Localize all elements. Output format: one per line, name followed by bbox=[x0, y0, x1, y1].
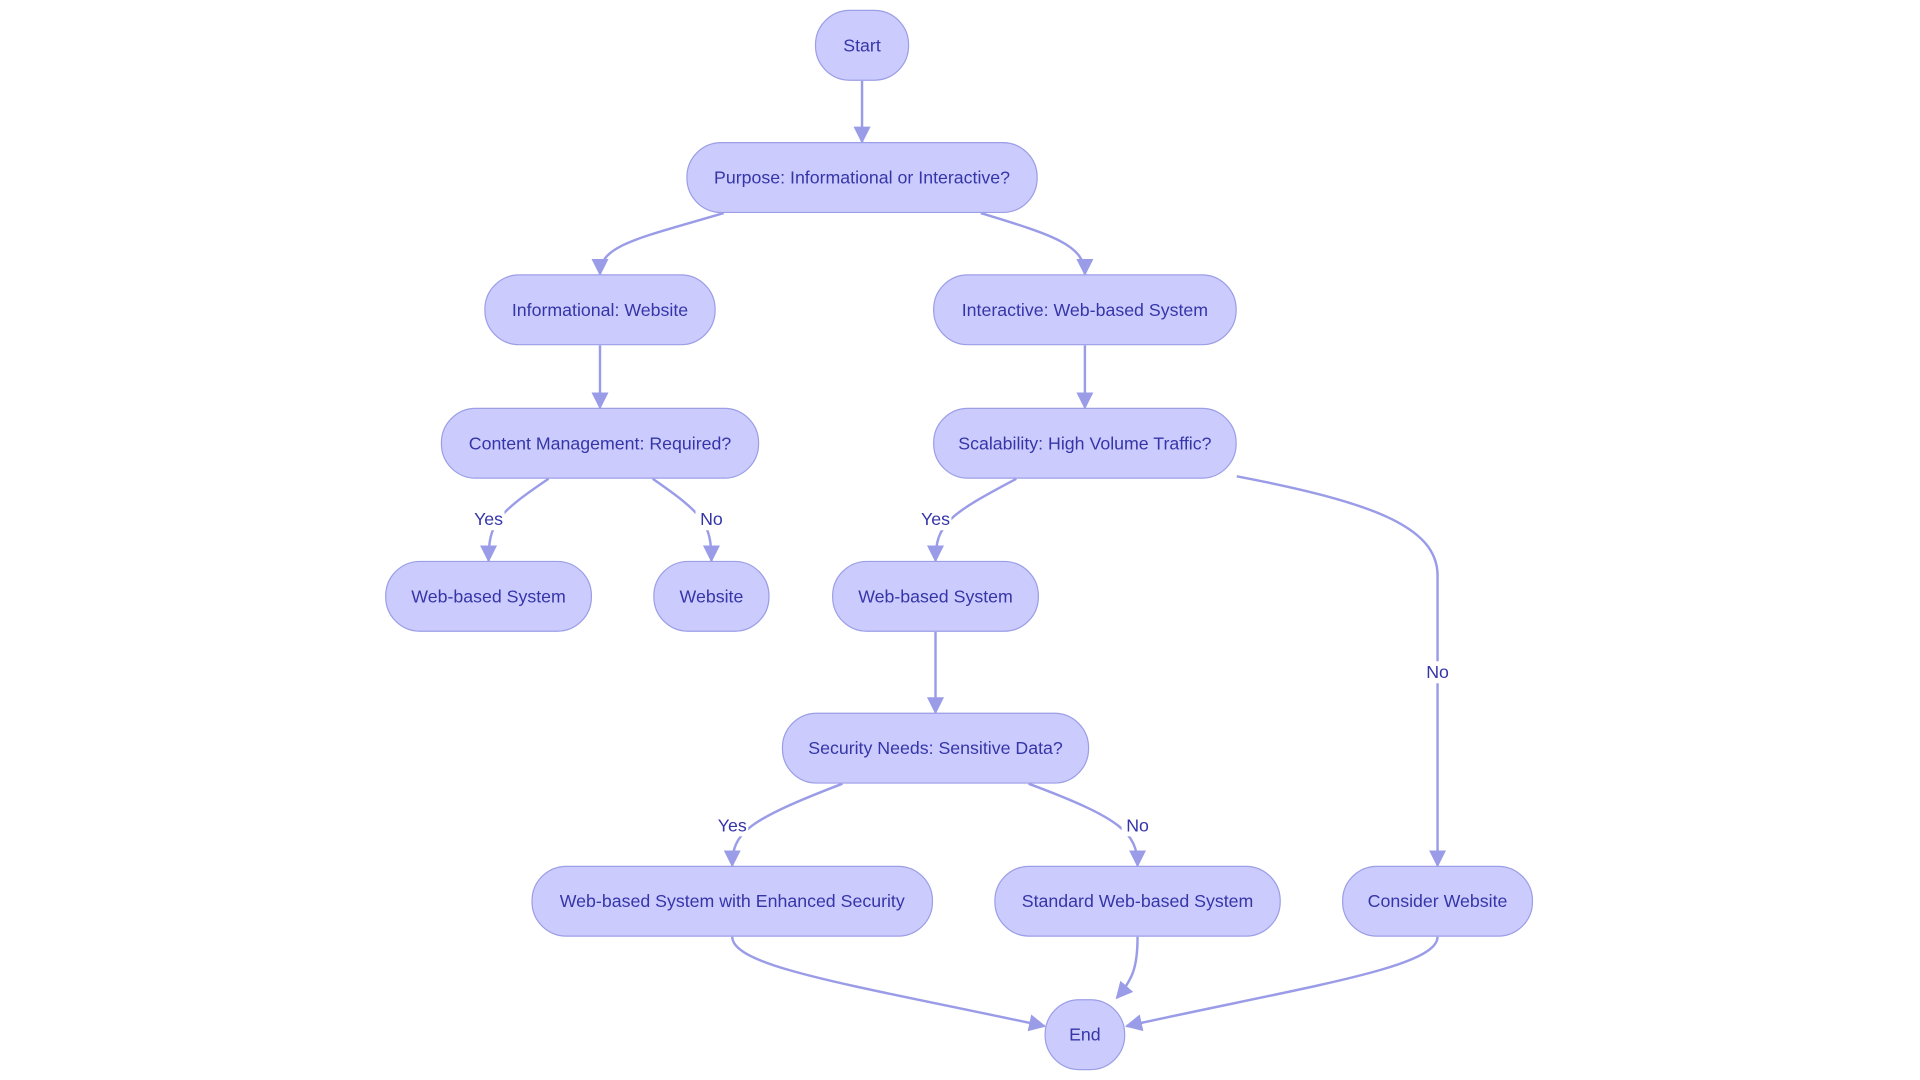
edge-label-text: Yes bbox=[921, 509, 950, 529]
node-label: Informational: Website bbox=[512, 300, 688, 320]
node-label: Purpose: Informational or Interactive? bbox=[714, 168, 1010, 188]
edge-label-sec_yes: Yes bbox=[716, 814, 749, 837]
edge-label-scal_yes: Yes bbox=[919, 508, 952, 531]
edge-security-to-enhanced bbox=[723, 782, 843, 868]
edge-purpose-to-interactive bbox=[980, 211, 1094, 276]
node-label: Scalability: High Volume Traffic? bbox=[958, 433, 1211, 453]
node-enhanced[interactable]: Web-based System with Enhanced Security bbox=[531, 865, 934, 937]
node-label: Content Management: Required? bbox=[469, 433, 732, 453]
node-scalability[interactable]: Scalability: High Volume Traffic? bbox=[933, 407, 1237, 479]
node-standard[interactable]: Standard Web-based System bbox=[994, 865, 1281, 937]
node-label: Web-based System bbox=[411, 586, 566, 606]
node-label: Security Needs: Sensitive Data? bbox=[808, 738, 1063, 758]
node-purpose[interactable]: Purpose: Informational or Interactive? bbox=[686, 142, 1038, 214]
flowchart: Yes No Yes No Yes No Start Purpose: Informatio… bbox=[385, 9, 1534, 1071]
edge-security-to-standard bbox=[1028, 782, 1147, 868]
edge-label-text: No bbox=[1426, 662, 1449, 682]
edge-label-text: Yes bbox=[474, 509, 503, 529]
node-label: Consider Website bbox=[1368, 891, 1508, 911]
edge-label-text: Yes bbox=[718, 815, 747, 835]
node-label: Web-based System bbox=[858, 586, 1013, 606]
edge-enhanced-to-end bbox=[731, 936, 1047, 1032]
edge-label-content_no: No bbox=[695, 508, 728, 531]
node-security[interactable]: Security Needs: Sensitive Data? bbox=[781, 712, 1090, 784]
node-label: Standard Web-based System bbox=[1022, 891, 1254, 911]
node-wbs2[interactable]: Web-based System bbox=[832, 560, 1039, 632]
node-interactive[interactable]: Interactive: Web-based System bbox=[933, 274, 1237, 346]
edge-label-text: No bbox=[1126, 815, 1149, 835]
edge-scalability-to-consider bbox=[1236, 475, 1447, 868]
node-label: Interactive: Web-based System bbox=[962, 300, 1208, 320]
node-label: Start bbox=[843, 35, 881, 55]
node-website[interactable]: Website bbox=[653, 560, 770, 632]
node-label: Web-based System with Enhanced Security bbox=[560, 891, 905, 911]
edge-label-content_yes: Yes bbox=[472, 508, 505, 531]
node-consider[interactable]: Consider Website bbox=[1342, 865, 1534, 937]
node-wbs1[interactable]: Web-based System bbox=[385, 560, 593, 632]
node-end[interactable]: End bbox=[1044, 999, 1126, 1071]
edge-label-text: No bbox=[700, 509, 723, 529]
node-informational[interactable]: Informational: Website bbox=[484, 274, 716, 346]
edge-label-sec_no: No bbox=[1121, 814, 1154, 837]
edge-consider-to-end bbox=[1124, 936, 1439, 1032]
edge-label-scal_no: No bbox=[1421, 661, 1454, 684]
node-label: Website bbox=[680, 586, 744, 606]
edge-purpose-to-informational bbox=[591, 211, 725, 276]
node-content[interactable]: Content Management: Required? bbox=[440, 407, 760, 479]
node-start[interactable]: Start bbox=[814, 9, 910, 81]
node-label: End bbox=[1069, 1025, 1101, 1045]
edge-standard-to-end bbox=[1115, 936, 1139, 1000]
